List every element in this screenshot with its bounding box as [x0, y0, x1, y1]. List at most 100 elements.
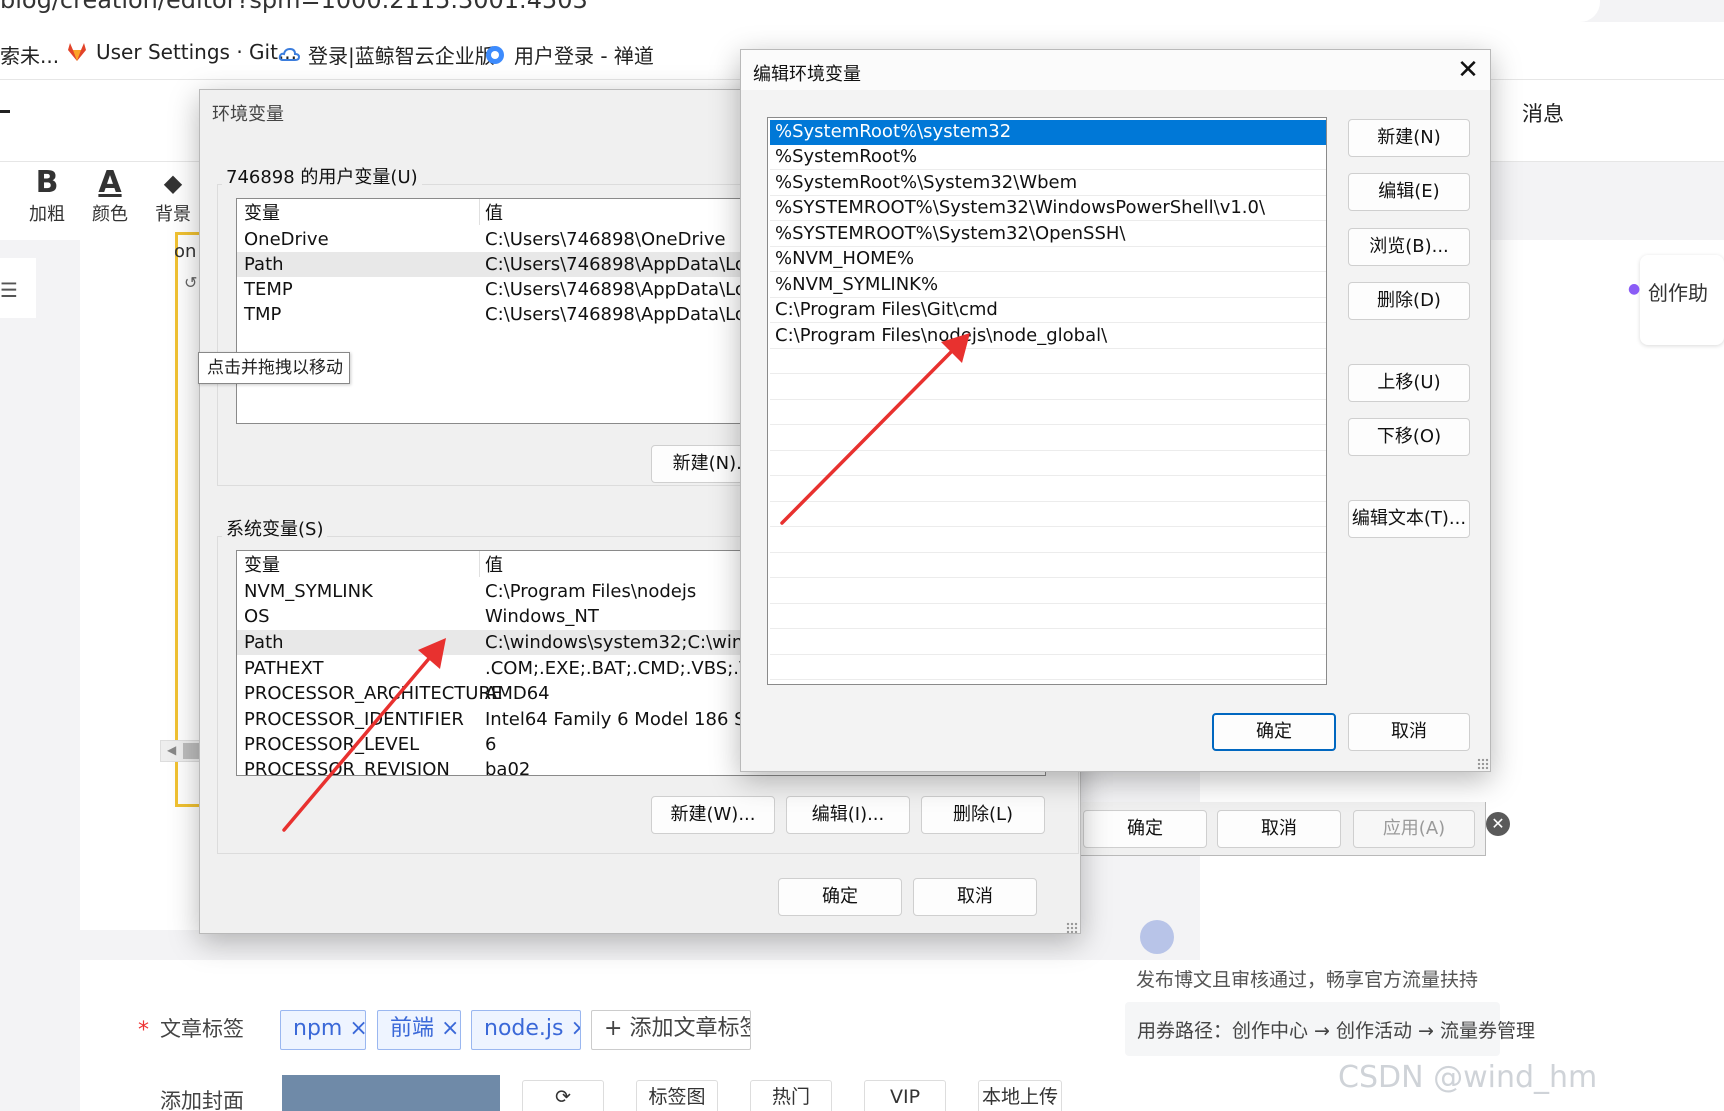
cover-option[interactable]: 热门: [750, 1080, 832, 1111]
cover-label: 添加封面: [160, 1089, 244, 1111]
list-icon: ☰: [0, 278, 18, 302]
list-item[interactable]: C:\Program Files\Git\cmd: [770, 298, 1326, 323]
edit-env-variable-dialog: 编辑环境变量 ✕ %SystemRoot%\system32 %SystemRo…: [740, 49, 1491, 772]
empty-row[interactable]: [770, 553, 1326, 578]
system-delete-button[interactable]: 删除(L): [921, 796, 1045, 834]
font-color-icon: A: [98, 165, 122, 200]
cover-option[interactable]: 本地上传: [978, 1080, 1062, 1111]
list-item[interactable]: %SystemRoot%: [770, 145, 1326, 170]
cover-image[interactable]: [282, 1075, 500, 1111]
undo-icon[interactable]: ↺: [184, 273, 197, 292]
empty-row[interactable]: [770, 451, 1326, 476]
new-entry-button[interactable]: 新建(N): [1348, 119, 1470, 157]
bookmark-item[interactable]: 登录|蓝鲸智云企业版: [278, 40, 495, 69]
system-new-button[interactable]: 新建(W)...: [651, 796, 775, 834]
empty-row[interactable]: [770, 528, 1326, 553]
tag-chip[interactable]: 前端 ×: [377, 1010, 461, 1050]
close-badge-icon[interactable]: ✕: [1486, 812, 1510, 836]
system-properties-footer: 确定 取消 应用(A): [1080, 802, 1486, 856]
edit-ok-button[interactable]: 确定: [1212, 713, 1336, 751]
empty-row[interactable]: [770, 349, 1326, 374]
user-vars-label: 746898 的用户变量(U): [222, 163, 422, 189]
resize-grip[interactable]: [1066, 922, 1078, 934]
empty-row[interactable]: [770, 630, 1326, 655]
scroll-left-icon[interactable]: ◀: [167, 743, 176, 757]
delete-entry-button[interactable]: 删除(D): [1348, 282, 1470, 320]
empty-row[interactable]: [770, 400, 1326, 425]
list-item[interactable]: %SYSTEMROOT%\System32\WindowsPowerShell\…: [770, 196, 1326, 221]
empty-row[interactable]: [770, 426, 1326, 451]
var-value: C:\Users\746898\AppData\Local\: [485, 304, 778, 325]
sysprops-ok-button[interactable]: 确定: [1083, 810, 1207, 848]
messages-link[interactable]: 消息: [1522, 98, 1564, 128]
tag-chip[interactable]: npm ×: [280, 1010, 366, 1050]
tag-chip[interactable]: node.js ×: [471, 1010, 581, 1050]
var-value: AMD64: [485, 683, 550, 704]
var-value: Intel64 Family 6 Model 186 Step: [485, 709, 776, 730]
background-button[interactable]: ◆ 背景: [143, 166, 203, 226]
empty-row[interactable]: [770, 477, 1326, 502]
add-tag-button[interactable]: + 添加文章标签: [591, 1010, 751, 1050]
avatar: [1140, 920, 1174, 954]
env-ok-button[interactable]: 确定: [778, 878, 902, 916]
cover-option-label: 本地上传: [981, 1086, 1058, 1108]
empty-row[interactable]: [770, 502, 1326, 527]
tag-label: 文章标签: [160, 1017, 244, 1041]
empty-row[interactable]: [770, 604, 1326, 629]
empty-row[interactable]: [770, 375, 1326, 400]
env-cancel-button[interactable]: 取消: [913, 878, 1037, 916]
color-label: 颜色: [92, 204, 128, 225]
required-mark: *: [138, 1018, 149, 1043]
move-up-button[interactable]: 上移(U): [1348, 364, 1470, 402]
list-item[interactable]: %SystemRoot%\System32\Wbem: [770, 171, 1326, 196]
bold-icon: B: [35, 165, 59, 200]
edit-text-button[interactable]: 编辑文本(T)...: [1348, 500, 1470, 538]
list-item[interactable]: %NVM_HOME%: [770, 247, 1326, 272]
path-entries-list[interactable]: %SystemRoot%\system32 %SystemRoot% %Syst…: [767, 117, 1327, 685]
var-name: TMP: [244, 304, 282, 325]
side-menu[interactable]: ☰: [0, 258, 36, 318]
browse-button[interactable]: 浏览(B)...: [1348, 228, 1470, 266]
list-item[interactable]: C:\Program Files\nodejs\node_global\: [770, 324, 1326, 349]
cover-option[interactable]: 标签图: [636, 1080, 718, 1111]
url-text: blog/creation/editor?spm=1000.2115.3001.…: [0, 0, 588, 14]
format-toolbar: B 加粗 A 颜色 ◆ 背景: [0, 162, 230, 240]
color-button[interactable]: A 颜色: [80, 166, 140, 226]
tag-text: node.js: [484, 1016, 564, 1041]
sysprops-cancel-button[interactable]: 取消: [1217, 810, 1341, 848]
background-label: 背景: [155, 204, 191, 225]
sysprops-apply-button[interactable]: 应用(A): [1353, 810, 1475, 848]
var-name: Path: [244, 632, 284, 653]
empty-row[interactable]: [770, 579, 1326, 604]
bookmark-label: 登录|蓝鲸智云企业版: [308, 44, 495, 68]
cover-option[interactable]: VIP: [864, 1080, 946, 1111]
bold-button[interactable]: B 加粗: [17, 166, 77, 226]
var-name: PROCESSOR_REVISION: [244, 759, 450, 776]
var-value: C:\windows\system32;C:\window: [485, 632, 781, 653]
var-value: ba02: [485, 759, 531, 776]
list-item[interactable]: %SYSTEMROOT%\System32\OpenSSH\: [770, 222, 1326, 247]
bookmark-item[interactable]: 索未...: [0, 40, 59, 69]
refresh-cover-button[interactable]: ⟳: [522, 1080, 604, 1111]
bookmark-label: 索未...: [0, 44, 60, 68]
edit-entry-button[interactable]: 编辑(E): [1348, 173, 1470, 211]
bookmark-item[interactable]: User Settings · Git...: [66, 40, 297, 64]
edit-cancel-button[interactable]: 取消: [1348, 713, 1470, 751]
menu-caret-icon[interactable]: [0, 110, 10, 113]
tag-text: npm: [293, 1016, 343, 1041]
creation-help-card[interactable]: ● 创作助: [1628, 255, 1724, 345]
bookmark-item[interactable]: 用户登录 - 禅道: [484, 40, 654, 69]
list-item[interactable]: %NVM_SYMLINK%: [770, 273, 1326, 298]
list-item[interactable]: %SystemRoot%\system32: [770, 120, 1326, 145]
empty-row[interactable]: [770, 655, 1326, 680]
bold-label: 加粗: [29, 204, 65, 225]
close-icon[interactable]: ✕: [1445, 50, 1491, 90]
gitlab-icon: [68, 43, 86, 61]
content-fragment: on: [174, 241, 197, 262]
refresh-icon: ⟳: [555, 1086, 571, 1108]
address-bar[interactable]: blog/creation/editor?spm=1000.2115.3001.…: [0, 0, 1600, 22]
system-edit-button[interactable]: 编辑(I)...: [786, 796, 910, 834]
coupon-path: 用券路径：创作中心 → 创作活动 → 流量券管理: [1137, 1020, 1535, 1042]
resize-grip[interactable]: [1477, 758, 1489, 770]
move-down-button[interactable]: 下移(O): [1348, 418, 1470, 456]
